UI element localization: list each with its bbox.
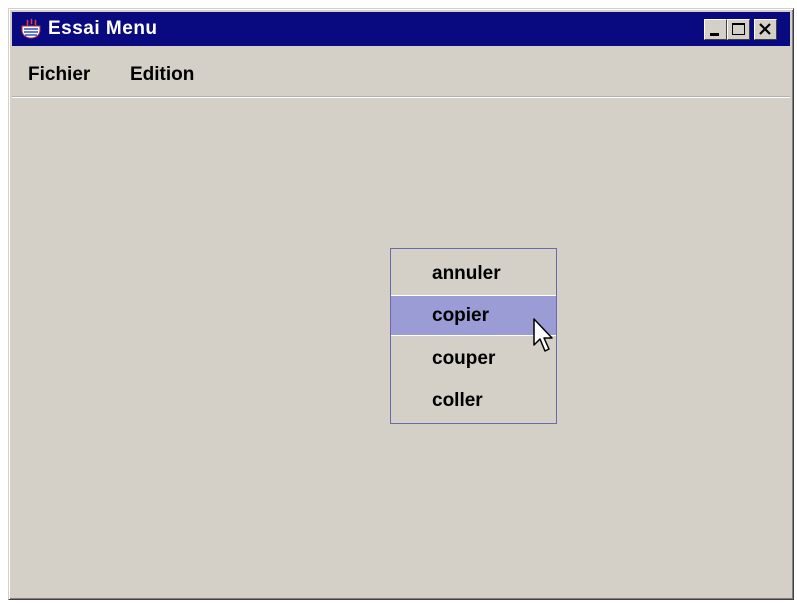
mouse-cursor-icon	[533, 318, 553, 352]
close-icon	[759, 23, 771, 35]
minimize-button[interactable]	[704, 19, 727, 40]
menu-item-annuler[interactable]: annuler	[391, 253, 556, 294]
close-button[interactable]	[754, 19, 777, 40]
menu-edition[interactable]: Edition	[130, 64, 194, 86]
maximize-button[interactable]	[727, 19, 750, 40]
menu-fichier[interactable]: Fichier	[28, 64, 90, 86]
popup-menu: annuler copier couper coller	[390, 248, 557, 424]
maximize-icon	[732, 23, 745, 35]
minimize-icon	[710, 33, 719, 36]
title-bar[interactable]: Essai Menu	[12, 12, 790, 46]
menu-item-couper[interactable]: couper	[391, 338, 556, 379]
menu-item-copier[interactable]: copier	[391, 295, 556, 336]
menu-bar: Fichier Edition	[12, 46, 790, 97]
java-app-icon[interactable]	[20, 18, 42, 40]
window-title: Essai Menu	[48, 18, 158, 39]
menu-item-coller[interactable]: coller	[391, 380, 556, 421]
